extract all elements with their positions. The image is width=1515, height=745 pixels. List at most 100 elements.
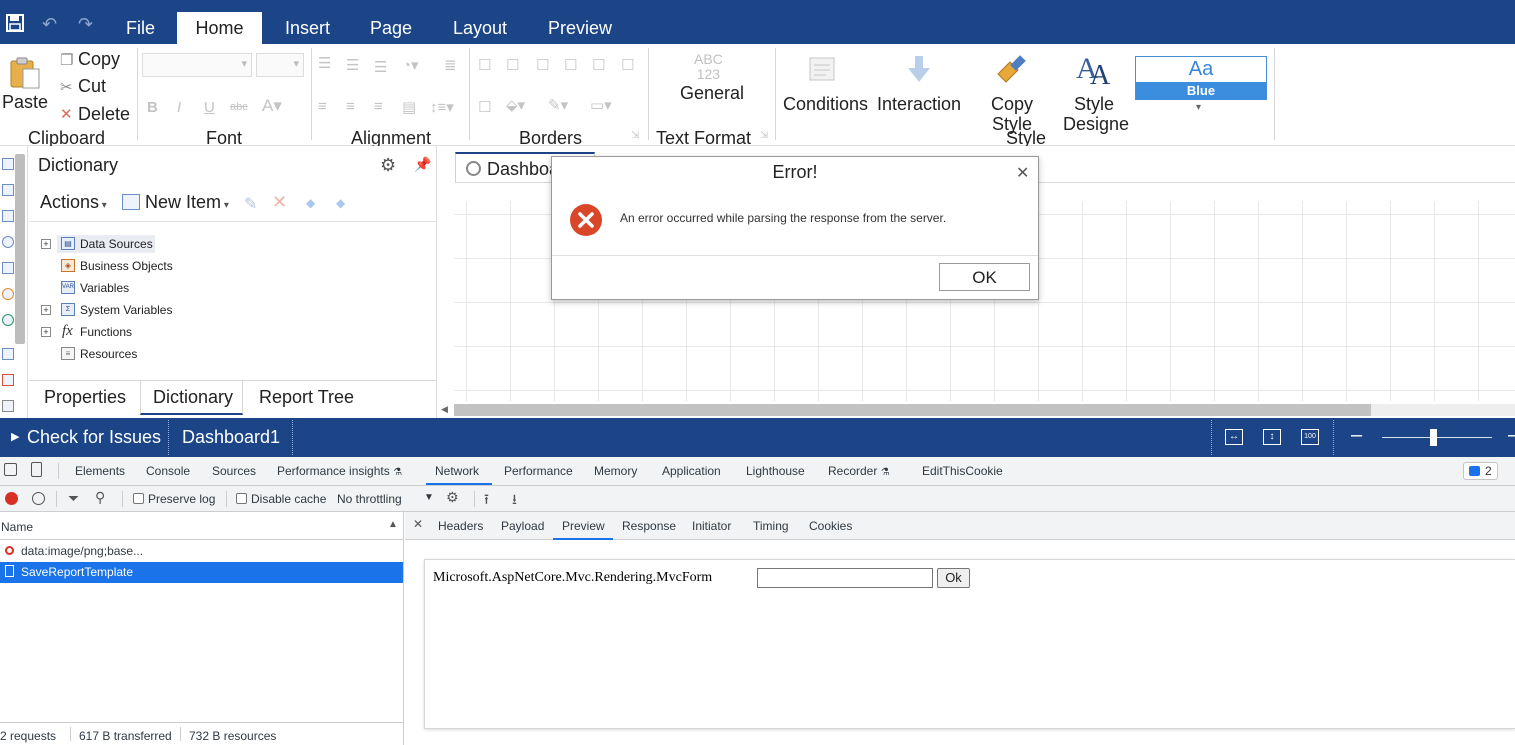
border-style-icon[interactable]: ▭▾: [590, 96, 612, 114]
close-icon[interactable]: ✕: [1016, 163, 1029, 183]
tree-item-system-variables[interactable]: + Σ System Variables: [29, 301, 429, 319]
underline-icon[interactable]: U: [204, 99, 215, 116]
inspect-element-icon[interactable]: [4, 463, 17, 476]
font-size-combo[interactable]: [256, 53, 304, 77]
border-outline-icon[interactable]: ☐: [478, 98, 491, 116]
devtools-tab-editthiscookie[interactable]: EditThisCookie: [922, 464, 1003, 478]
tab-report-tree[interactable]: Report Tree: [244, 381, 374, 415]
fill-color-icon[interactable]: ⬙▾: [506, 96, 525, 114]
expand-icon[interactable]: +: [41, 239, 51, 249]
border-bottom-icon[interactable]: ☐: [621, 56, 634, 74]
check-for-issues-button[interactable]: Check for Issues: [27, 427, 161, 448]
undo-icon[interactable]: ↶: [42, 14, 57, 35]
tab-home[interactable]: Home: [177, 12, 262, 44]
font-color-icon[interactable]: A▾: [262, 96, 282, 116]
rotate-text-icon[interactable]: ◔▾: [402, 56, 419, 74]
expand-icon[interactable]: +: [41, 327, 51, 337]
align-center-icon[interactable]: ≡: [346, 98, 355, 115]
devtools-tab-application[interactable]: Application: [662, 464, 721, 478]
italic-icon[interactable]: I: [177, 99, 181, 116]
border-color-icon[interactable]: ✎▾: [548, 96, 568, 114]
theme-dropdown-icon[interactable]: ▾: [1196, 102, 1201, 113]
align-left-icon[interactable]: ≡: [318, 98, 327, 115]
devtools-tab-performance[interactable]: Performance: [504, 464, 573, 478]
zoom-slider[interactable]: [1382, 437, 1492, 438]
devtools-tab-performance-insights[interactable]: Performance insights ⚗: [277, 464, 402, 478]
delete-icon[interactable]: ✕: [272, 192, 287, 213]
move-down-icon[interactable]: ◆: [336, 196, 345, 210]
detail-tab-preview[interactable]: Preview: [562, 519, 605, 533]
tab-preview[interactable]: Preview: [530, 12, 630, 44]
theme-selector[interactable]: Aa Blue: [1135, 56, 1267, 100]
detail-tab-payload[interactable]: Payload: [501, 519, 544, 533]
devtools-tab-elements[interactable]: Elements: [75, 464, 125, 478]
detail-tab-initiator[interactable]: Initiator: [692, 519, 731, 533]
align-middle-icon[interactable]: ☰: [346, 56, 359, 74]
toolbox-item-icon[interactable]: [2, 374, 14, 386]
align-top-icon[interactable]: ☰: [318, 54, 331, 72]
save-icon[interactable]: [6, 14, 24, 37]
checkbox[interactable]: [236, 493, 247, 504]
devtools-tab-lighthouse[interactable]: Lighthouse: [746, 464, 805, 478]
devtools-tab-console[interactable]: Console: [146, 464, 190, 478]
filter-icon[interactable]: ⏷: [68, 490, 79, 507]
export-har-icon[interactable]: ⭳: [512, 489, 517, 513]
line-spacing-icon[interactable]: ↕≡▾: [430, 98, 454, 116]
table-row[interactable]: SaveReportTemplate: [0, 562, 403, 583]
border-all-icon[interactable]: ☐: [478, 56, 491, 74]
border-right-icon[interactable]: ☐: [592, 56, 605, 74]
tab-file[interactable]: File: [108, 12, 173, 44]
import-har-icon[interactable]: ⭱: [484, 489, 489, 513]
checkbox[interactable]: [133, 493, 144, 504]
tab-properties[interactable]: Properties: [29, 381, 139, 415]
conditions-button[interactable]: Conditions: [780, 50, 870, 130]
network-conditions-icon[interactable]: ⚙: [446, 489, 459, 506]
zoom-slider-handle[interactable]: [1430, 429, 1437, 446]
copy-style-button[interactable]: Copy Style: [984, 50, 1044, 134]
borders-dialog-launcher-icon[interactable]: ⇲: [631, 130, 639, 141]
toolbox-item-icon[interactable]: [2, 262, 14, 274]
pin-icon[interactable]: 📌: [414, 156, 431, 173]
toolbox-item-icon[interactable]: [2, 348, 14, 360]
devtools-tab-network[interactable]: Network: [435, 464, 479, 478]
text-format-button[interactable]: ABC 123 General: [660, 50, 760, 110]
search-icon[interactable]: ⚲: [95, 489, 105, 506]
tree-item-business-objects[interactable]: ◈ Business Objects: [29, 257, 429, 275]
new-item-button[interactable]: New Item ▾: [122, 192, 229, 213]
preview-ok-button[interactable]: Ok: [937, 568, 970, 588]
delete-button[interactable]: ✕ Delete: [58, 103, 138, 127]
tree-item-functions[interactable]: + fx Functions: [29, 323, 429, 341]
fit-width-icon[interactable]: ↔: [1225, 429, 1243, 445]
tab-dictionary[interactable]: Dictionary: [140, 381, 243, 415]
zoom-100-icon[interactable]: 100: [1301, 429, 1319, 445]
border-top-icon[interactable]: ☐: [564, 56, 577, 74]
align-bottom-icon[interactable]: ☰: [374, 58, 387, 76]
scroll-left-icon[interactable]: ◀: [441, 404, 448, 415]
expand-icon[interactable]: +: [41, 305, 51, 315]
fit-height-icon[interactable]: ↕: [1263, 429, 1281, 445]
tab-layout[interactable]: Layout: [435, 12, 525, 44]
page-selector-dashboard1[interactable]: Dashboard1: [182, 427, 280, 448]
table-row[interactable]: data:image/png;base...: [0, 541, 403, 562]
devtools-tab-sources[interactable]: Sources: [212, 464, 256, 478]
cut-button[interactable]: ✂ Cut: [58, 75, 138, 99]
zoom-in-icon[interactable]: –: [1508, 424, 1515, 447]
close-icon[interactable]: ✕: [413, 517, 423, 531]
paste-button[interactable]: Paste: [2, 54, 52, 114]
toolbox-item-icon[interactable]: [2, 314, 14, 326]
border-none-icon[interactable]: ☐: [506, 56, 519, 74]
name-column-header[interactable]: Name ▲: [0, 512, 403, 540]
toolbox-scrollbar[interactable]: [15, 154, 25, 344]
detail-tab-response[interactable]: Response: [622, 519, 676, 533]
style-designer-button[interactable]: A A Style Designe: [1060, 50, 1136, 134]
detail-tab-timing[interactable]: Timing: [753, 519, 789, 533]
bold-icon[interactable]: B: [147, 99, 158, 116]
clear-icon[interactable]: [32, 492, 45, 505]
record-icon[interactable]: [5, 492, 18, 505]
text-format-dialog-launcher-icon[interactable]: ⇲: [760, 130, 768, 141]
ok-button[interactable]: OK: [939, 263, 1030, 291]
word-wrap-icon[interactable]: ≣: [444, 56, 457, 74]
justify-icon[interactable]: ▤: [402, 98, 416, 116]
scrollbar-thumb[interactable]: [454, 404, 1371, 416]
tab-page[interactable]: Page: [352, 12, 430, 44]
